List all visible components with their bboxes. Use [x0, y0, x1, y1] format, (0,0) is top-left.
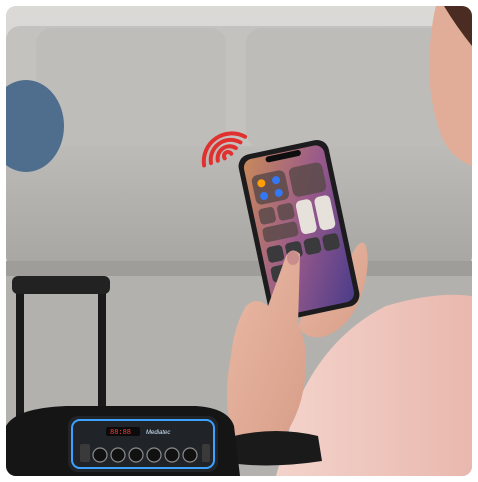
image-frame: 88:88 Mediatec	[0, 0, 478, 482]
speaker-display-text: 88:88	[110, 429, 131, 437]
party-speaker: 88:88 Mediatec	[6, 406, 240, 476]
sofa	[6, 26, 472, 281]
product-photo: 88:88 Mediatec	[6, 6, 472, 476]
smartwatch	[234, 431, 322, 466]
speaker-brand-text: Mediatec	[146, 430, 170, 436]
scene-svg: 88:88 Mediatec	[6, 6, 472, 476]
